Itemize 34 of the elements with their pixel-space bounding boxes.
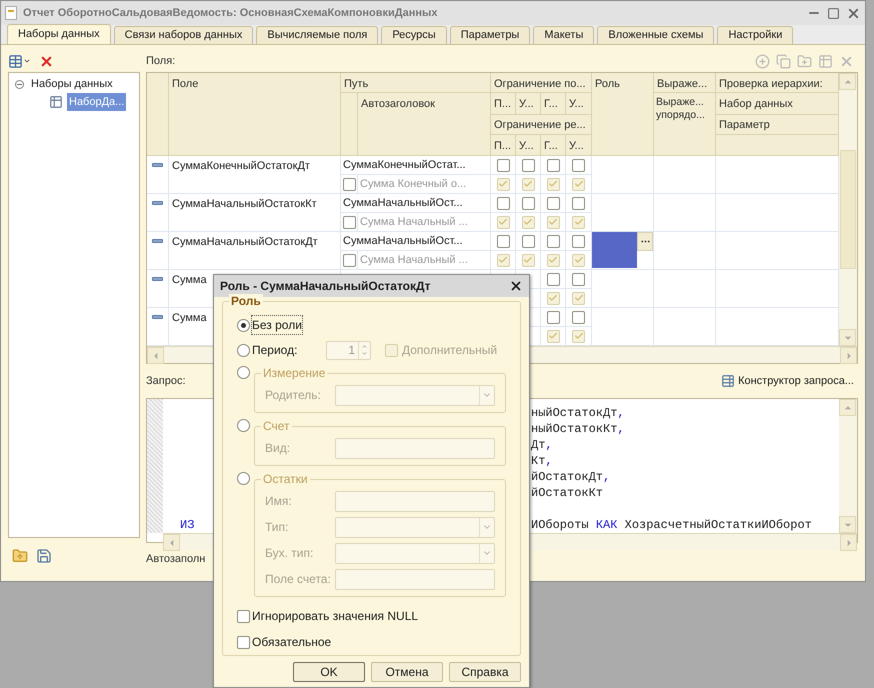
code-line: Дт,: [531, 437, 553, 453]
table-cell: Сумма Конечный о...: [358, 175, 491, 194]
checkbox-label: Автозаполн: [146, 552, 206, 567]
group-title: Остатки: [261, 472, 310, 486]
table-cell: Сумма Начальный ...: [358, 251, 491, 270]
checkbox-label: Игнорировать значения NULL: [252, 608, 418, 625]
code-line: ИОбороты КАК ХозрасчетныйОстаткиИОборот: [531, 517, 812, 533]
checkbox-label: Обязательное: [252, 634, 332, 651]
table-cell: СуммаНачальныйОстатокКт: [169, 194, 341, 232]
section-label: Запрос:: [146, 374, 186, 389]
code-line: Кт,: [531, 453, 553, 469]
code-line: йОстатокДт,: [531, 469, 610, 485]
field-label: Поле счета:: [265, 571, 332, 588]
field-label: Тип:: [265, 519, 290, 536]
table-cell: Сумма Начальный ...: [358, 213, 491, 232]
table-cell: СуммаНачальныйОст...: [341, 194, 491, 213]
checkbox-label: Дополнительный: [402, 342, 498, 359]
code-line: йОстатокКт: [531, 485, 604, 501]
table-cell: СуммаКонечныйОстат...: [341, 156, 491, 175]
window-title: Отчет ОборотноСальдоваяВедомость: ОсновнаяСхемаКомпоновкиДанных: [23, 6, 438, 21]
table-cell: СуммаНачальныйОстатокДт: [169, 232, 341, 270]
field-label: Вид:: [265, 440, 292, 457]
code-line: ныйОстатокДт,: [531, 405, 625, 421]
table-cell: СуммаНачальныйОст...: [341, 232, 491, 251]
field-label: Родитель:: [265, 387, 322, 404]
code-line: ныйОстатокКт,: [531, 421, 625, 437]
field-label: Имя:: [265, 493, 293, 510]
group-title: Счет: [261, 419, 292, 433]
field-label: Бух. тип:: [265, 545, 314, 562]
table-cell: СуммаКонечныйОстатокДт: [169, 156, 341, 194]
code-line: ИЗ: [180, 518, 194, 532]
group-title: Роль: [229, 294, 263, 308]
group-title: Измерение: [261, 366, 328, 380]
section-label: Поля:: [146, 54, 176, 69]
